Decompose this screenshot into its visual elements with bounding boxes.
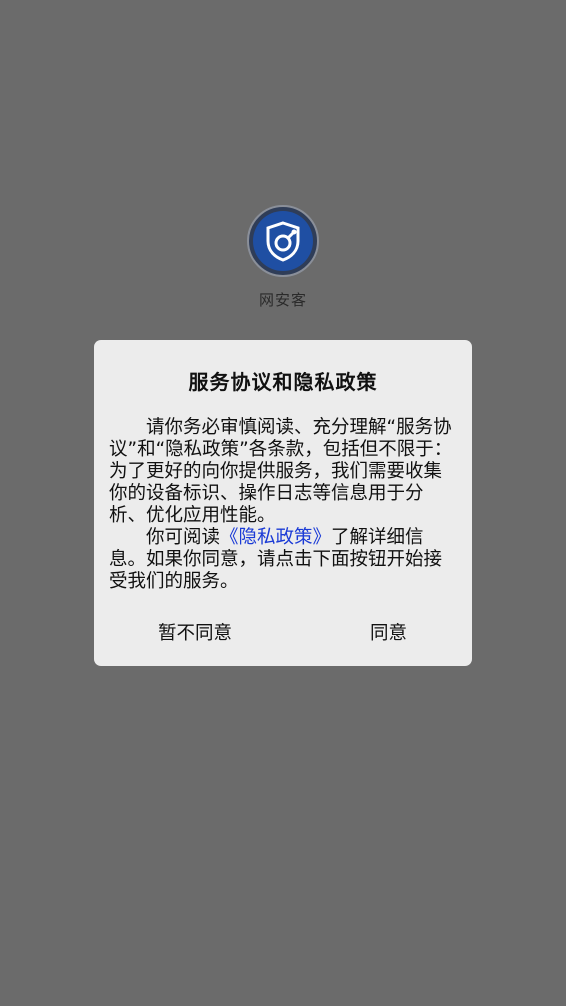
privacy-policy-link[interactable]: 《隐私政策》 bbox=[220, 527, 331, 548]
dialog-body: 请你务必审慎阅读、充分理解“服务协议”和“隐私政策”各条款，包括但不限于：为了更… bbox=[109, 417, 457, 593]
splash-content: 网安客 bbox=[0, 205, 566, 310]
dialog-actions: 暂不同意 同意 bbox=[109, 615, 457, 649]
dialog-paragraph-2: 你可阅读《隐私政策》了解详细信息。如果你同意，请点击下面按钮开始接受我们的服务。 bbox=[109, 527, 457, 593]
decline-button[interactable]: 暂不同意 bbox=[158, 615, 232, 649]
shield-logo-icon bbox=[253, 211, 313, 271]
app-name: 网安客 bbox=[258, 291, 307, 309]
app-logo bbox=[247, 205, 319, 277]
accept-button[interactable]: 同意 bbox=[370, 615, 407, 649]
dialog-title: 服务协议和隐私政策 bbox=[188, 370, 378, 394]
screen: 网安客 服务协议和隐私政策 请你务必审慎阅读、充分理解“服务协议”和“隐私政策”… bbox=[0, 0, 566, 1006]
paragraph-2-prefix: 你可阅读 bbox=[146, 527, 221, 548]
privacy-dialog: 服务协议和隐私政策 请你务必审慎阅读、充分理解“服务协议”和“隐私政策”各条款，… bbox=[94, 340, 472, 666]
dialog-paragraph-1: 请你务必审慎阅读、充分理解“服务协议”和“隐私政策”各条款，包括但不限于：为了更… bbox=[109, 417, 453, 526]
